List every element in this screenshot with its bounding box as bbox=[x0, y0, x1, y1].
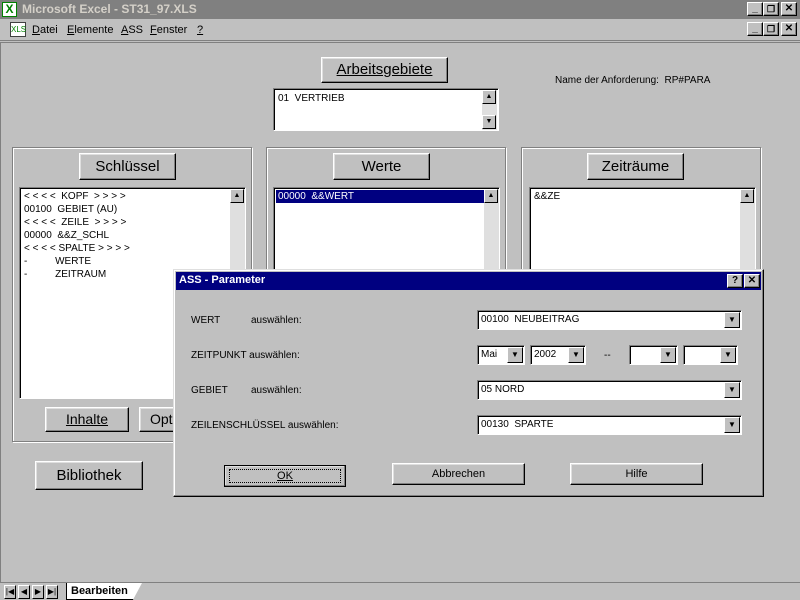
excel-app-icon[interactable]: X bbox=[2, 2, 17, 17]
doc-close-button[interactable]: ✕ bbox=[781, 22, 797, 36]
chevron-down-icon[interactable]: ▼ bbox=[724, 417, 740, 433]
scroll-up-icon[interactable]: ▲ bbox=[740, 189, 754, 203]
wert-label: WERT bbox=[191, 315, 221, 326]
menu-fenster[interactable]: Fenster bbox=[150, 24, 187, 36]
arbeitsgebiete-list[interactable]: 01 VERTRIEB ▲ ▼ bbox=[273, 88, 499, 131]
zeitraeume-button[interactable]: Zeiträume bbox=[587, 153, 684, 180]
zeitpunkt-label: ZEITPUNKT auswählen: bbox=[191, 350, 300, 361]
inhalte-button[interactable]: Inhalte bbox=[45, 407, 129, 432]
scroll-up-icon[interactable]: ▲ bbox=[230, 189, 244, 203]
chevron-down-icon[interactable]: ▼ bbox=[724, 382, 740, 398]
hilfe-button[interactable]: Hilfe bbox=[570, 463, 703, 485]
scrollbar[interactable]: ▲ bbox=[740, 189, 755, 276]
close-button[interactable]: ✕ bbox=[781, 2, 797, 16]
scroll-up-icon[interactable]: ▲ bbox=[482, 90, 496, 104]
schluessel-button[interactable]: Schlüssel bbox=[79, 153, 176, 180]
next-sheet-icon[interactable]: ▶ bbox=[32, 585, 44, 599]
app-title-bar[interactable]: X Microsoft Excel - ST31_97.XLS _ ❐ ✕ bbox=[0, 0, 800, 19]
list-item[interactable]: < < < < SPALTE > > > > bbox=[24, 243, 130, 255]
dialog-title: ASS - Parameter bbox=[179, 274, 266, 286]
menu-elemente[interactable]: Elemente bbox=[67, 24, 113, 36]
gebiet-action-label: auswählen: bbox=[251, 385, 302, 396]
zeitraeume-list[interactable]: &&ZE ▲ bbox=[529, 187, 756, 277]
menu-ass[interactable]: ASS bbox=[121, 24, 143, 36]
zeitpunkt-separator: -- bbox=[604, 350, 611, 361]
doc-restore-button[interactable]: ❐ bbox=[763, 22, 779, 36]
window-title: Microsoft Excel - ST31_97.XLS bbox=[22, 2, 197, 16]
werte-list[interactable]: 00000 &&WERT ▲ bbox=[273, 187, 500, 277]
dialog-help-button[interactable]: ? bbox=[727, 274, 743, 288]
list-item[interactable]: < < < < ZEILE > > > > bbox=[24, 217, 126, 229]
zeitpunkt-month2-select[interactable]: ▼ bbox=[629, 345, 678, 365]
list-item[interactable]: &&ZE bbox=[534, 191, 560, 203]
menu-help[interactable]: ? bbox=[197, 24, 203, 36]
gebiet-select[interactable]: 05 NORD ▼ bbox=[477, 380, 742, 400]
scrollbar[interactable]: ▲ ▼ bbox=[482, 90, 497, 130]
focus-rect bbox=[229, 469, 341, 483]
wert-action-label: auswählen: bbox=[251, 315, 302, 326]
zeilenschluessel-label: ZEILENSCHLÜSSEL auswählen: bbox=[191, 420, 339, 431]
zeitpunkt-month-select[interactable]: Mai ▼ bbox=[477, 345, 525, 365]
menu-bar: XLS Datei Elemente ASS Fenster ? _ ❐ ✕ bbox=[0, 19, 800, 41]
list-item[interactable]: - ZEITRAUM bbox=[24, 269, 106, 281]
doc-minimize-button[interactable]: _ bbox=[747, 22, 763, 36]
prev-sheet-icon[interactable]: ◀ bbox=[18, 585, 30, 599]
list-item[interactable]: 00000 &&Z_SCHL bbox=[24, 230, 109, 242]
dialog-close-button[interactable]: ✕ bbox=[744, 274, 760, 288]
request-name-value: RP#PARA bbox=[664, 75, 711, 86]
chevron-down-icon[interactable]: ▼ bbox=[724, 312, 740, 328]
werte-button[interactable]: Werte bbox=[333, 153, 430, 180]
list-item[interactable]: - WERTE bbox=[24, 256, 91, 268]
list-item[interactable]: 01 VERTRIEB bbox=[278, 93, 345, 105]
scroll-up-icon[interactable]: ▲ bbox=[484, 189, 498, 203]
zeitpunkt-year2-select[interactable]: ▼ bbox=[683, 345, 738, 365]
chevron-down-icon[interactable]: ▼ bbox=[507, 347, 523, 363]
request-name-label: Name der Anforderung: RP#PARA bbox=[555, 75, 711, 86]
list-item[interactable]: 00100 GEBIET (AU) bbox=[24, 204, 117, 216]
wert-select[interactable]: 00100 NEUBEITRAG ▼ bbox=[477, 310, 742, 330]
ass-parameter-dialog: ASS - Parameter ? ✕ WERT auswählen: 0010… bbox=[173, 269, 764, 497]
dialog-title-bar[interactable]: ASS - Parameter ? ✕ bbox=[176, 272, 761, 290]
scroll-down-icon[interactable]: ▼ bbox=[482, 115, 496, 129]
sheet-tab-bar: |◀ ◀ ▶ ▶| Bearbeiten bbox=[0, 582, 800, 600]
arbeitsgebiete-button[interactable]: Arbeitsgebiete bbox=[321, 57, 448, 83]
abbrechen-button[interactable]: Abbrechen bbox=[392, 463, 525, 485]
restore-button[interactable]: ❐ bbox=[763, 2, 779, 16]
last-sheet-icon[interactable]: ▶| bbox=[46, 585, 58, 599]
bibliothek-button[interactable]: Bibliothek bbox=[35, 461, 143, 490]
list-item[interactable]: < < < < KOPF > > > > bbox=[24, 191, 126, 203]
minimize-button[interactable]: _ bbox=[747, 2, 763, 16]
menu-datei[interactable]: Datei bbox=[32, 24, 58, 36]
chevron-down-icon[interactable]: ▼ bbox=[568, 347, 584, 363]
list-item-selected[interactable]: 00000 &&WERT bbox=[278, 191, 354, 203]
scrollbar[interactable]: ▲ bbox=[484, 189, 499, 276]
zeilenschluessel-select[interactable]: 00130 SPARTE ▼ bbox=[477, 415, 742, 435]
first-sheet-icon[interactable]: |◀ bbox=[4, 585, 16, 599]
chevron-down-icon[interactable]: ▼ bbox=[660, 347, 676, 363]
chevron-down-icon[interactable]: ▼ bbox=[720, 347, 736, 363]
gebiet-label: GEBIET bbox=[191, 385, 228, 396]
sheet-tab-bearbeiten[interactable]: Bearbeiten bbox=[66, 583, 142, 600]
document-icon[interactable]: XLS bbox=[10, 22, 26, 37]
zeitpunkt-year-select[interactable]: 2002 ▼ bbox=[530, 345, 586, 365]
ok-button[interactable]: OK bbox=[224, 465, 346, 487]
